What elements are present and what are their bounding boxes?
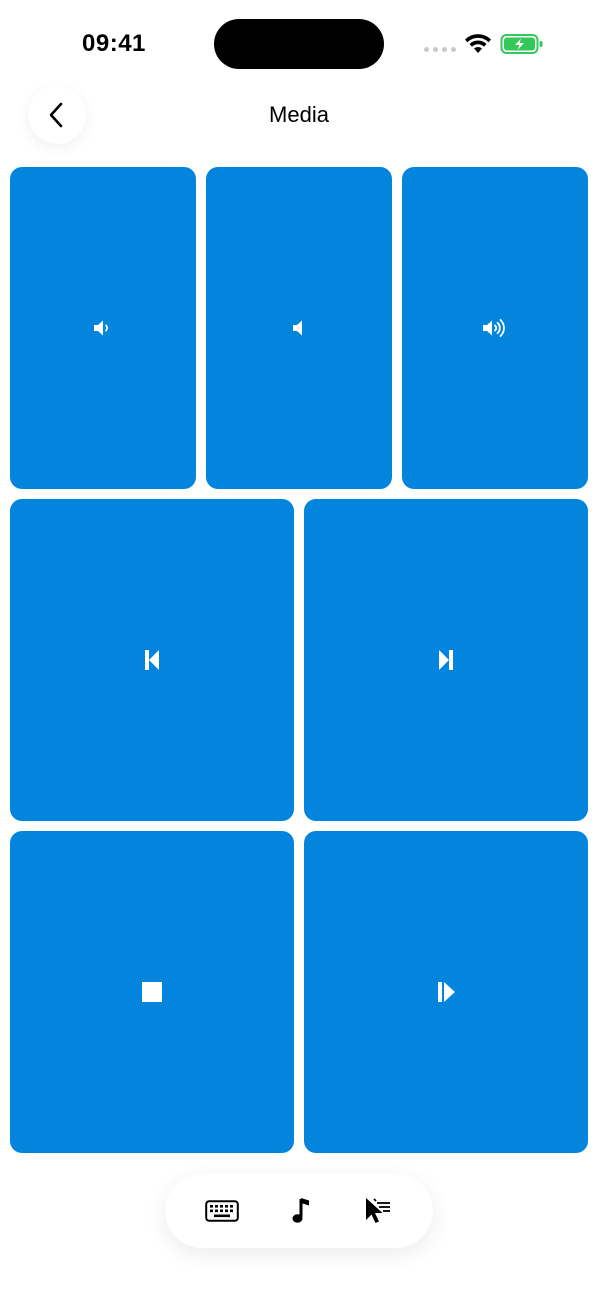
next-track-button[interactable] <box>304 499 588 821</box>
media-tab[interactable] <box>279 1174 325 1248</box>
speaker-mute-icon <box>293 320 302 336</box>
page-title: Media <box>269 102 329 127</box>
play-pause-icon <box>438 982 455 1002</box>
battery-charging-icon <box>500 33 544 60</box>
status-time: 09:41 <box>82 30 146 57</box>
media-screen: 09:41 Media <box>0 0 598 1300</box>
play-pause-button[interactable] <box>304 831 588 1153</box>
stop-icon <box>142 982 162 1002</box>
previous-track-button[interactable] <box>10 499 294 821</box>
wifi-icon <box>463 33 493 60</box>
keyboard-tab[interactable] <box>199 1174 245 1248</box>
speaker-low-icon <box>94 320 108 336</box>
mute-button[interactable] <box>206 167 392 489</box>
skip-forward-icon <box>439 650 453 670</box>
speaker-high-icon <box>483 319 505 337</box>
volume-up-button[interactable] <box>402 167 588 489</box>
music-note-icon <box>292 1198 309 1223</box>
volume-down-button[interactable] <box>10 167 196 489</box>
cursor-click-icon <box>366 1198 390 1223</box>
signal-dots-icon <box>424 47 456 52</box>
skip-back-icon <box>145 650 159 670</box>
stop-button[interactable] <box>10 831 294 1153</box>
trackpad-tab[interactable] <box>355 1174 401 1248</box>
dynamic-island <box>214 19 384 69</box>
bottom-dock <box>165 1174 433 1248</box>
keyboard-icon <box>205 1200 239 1222</box>
